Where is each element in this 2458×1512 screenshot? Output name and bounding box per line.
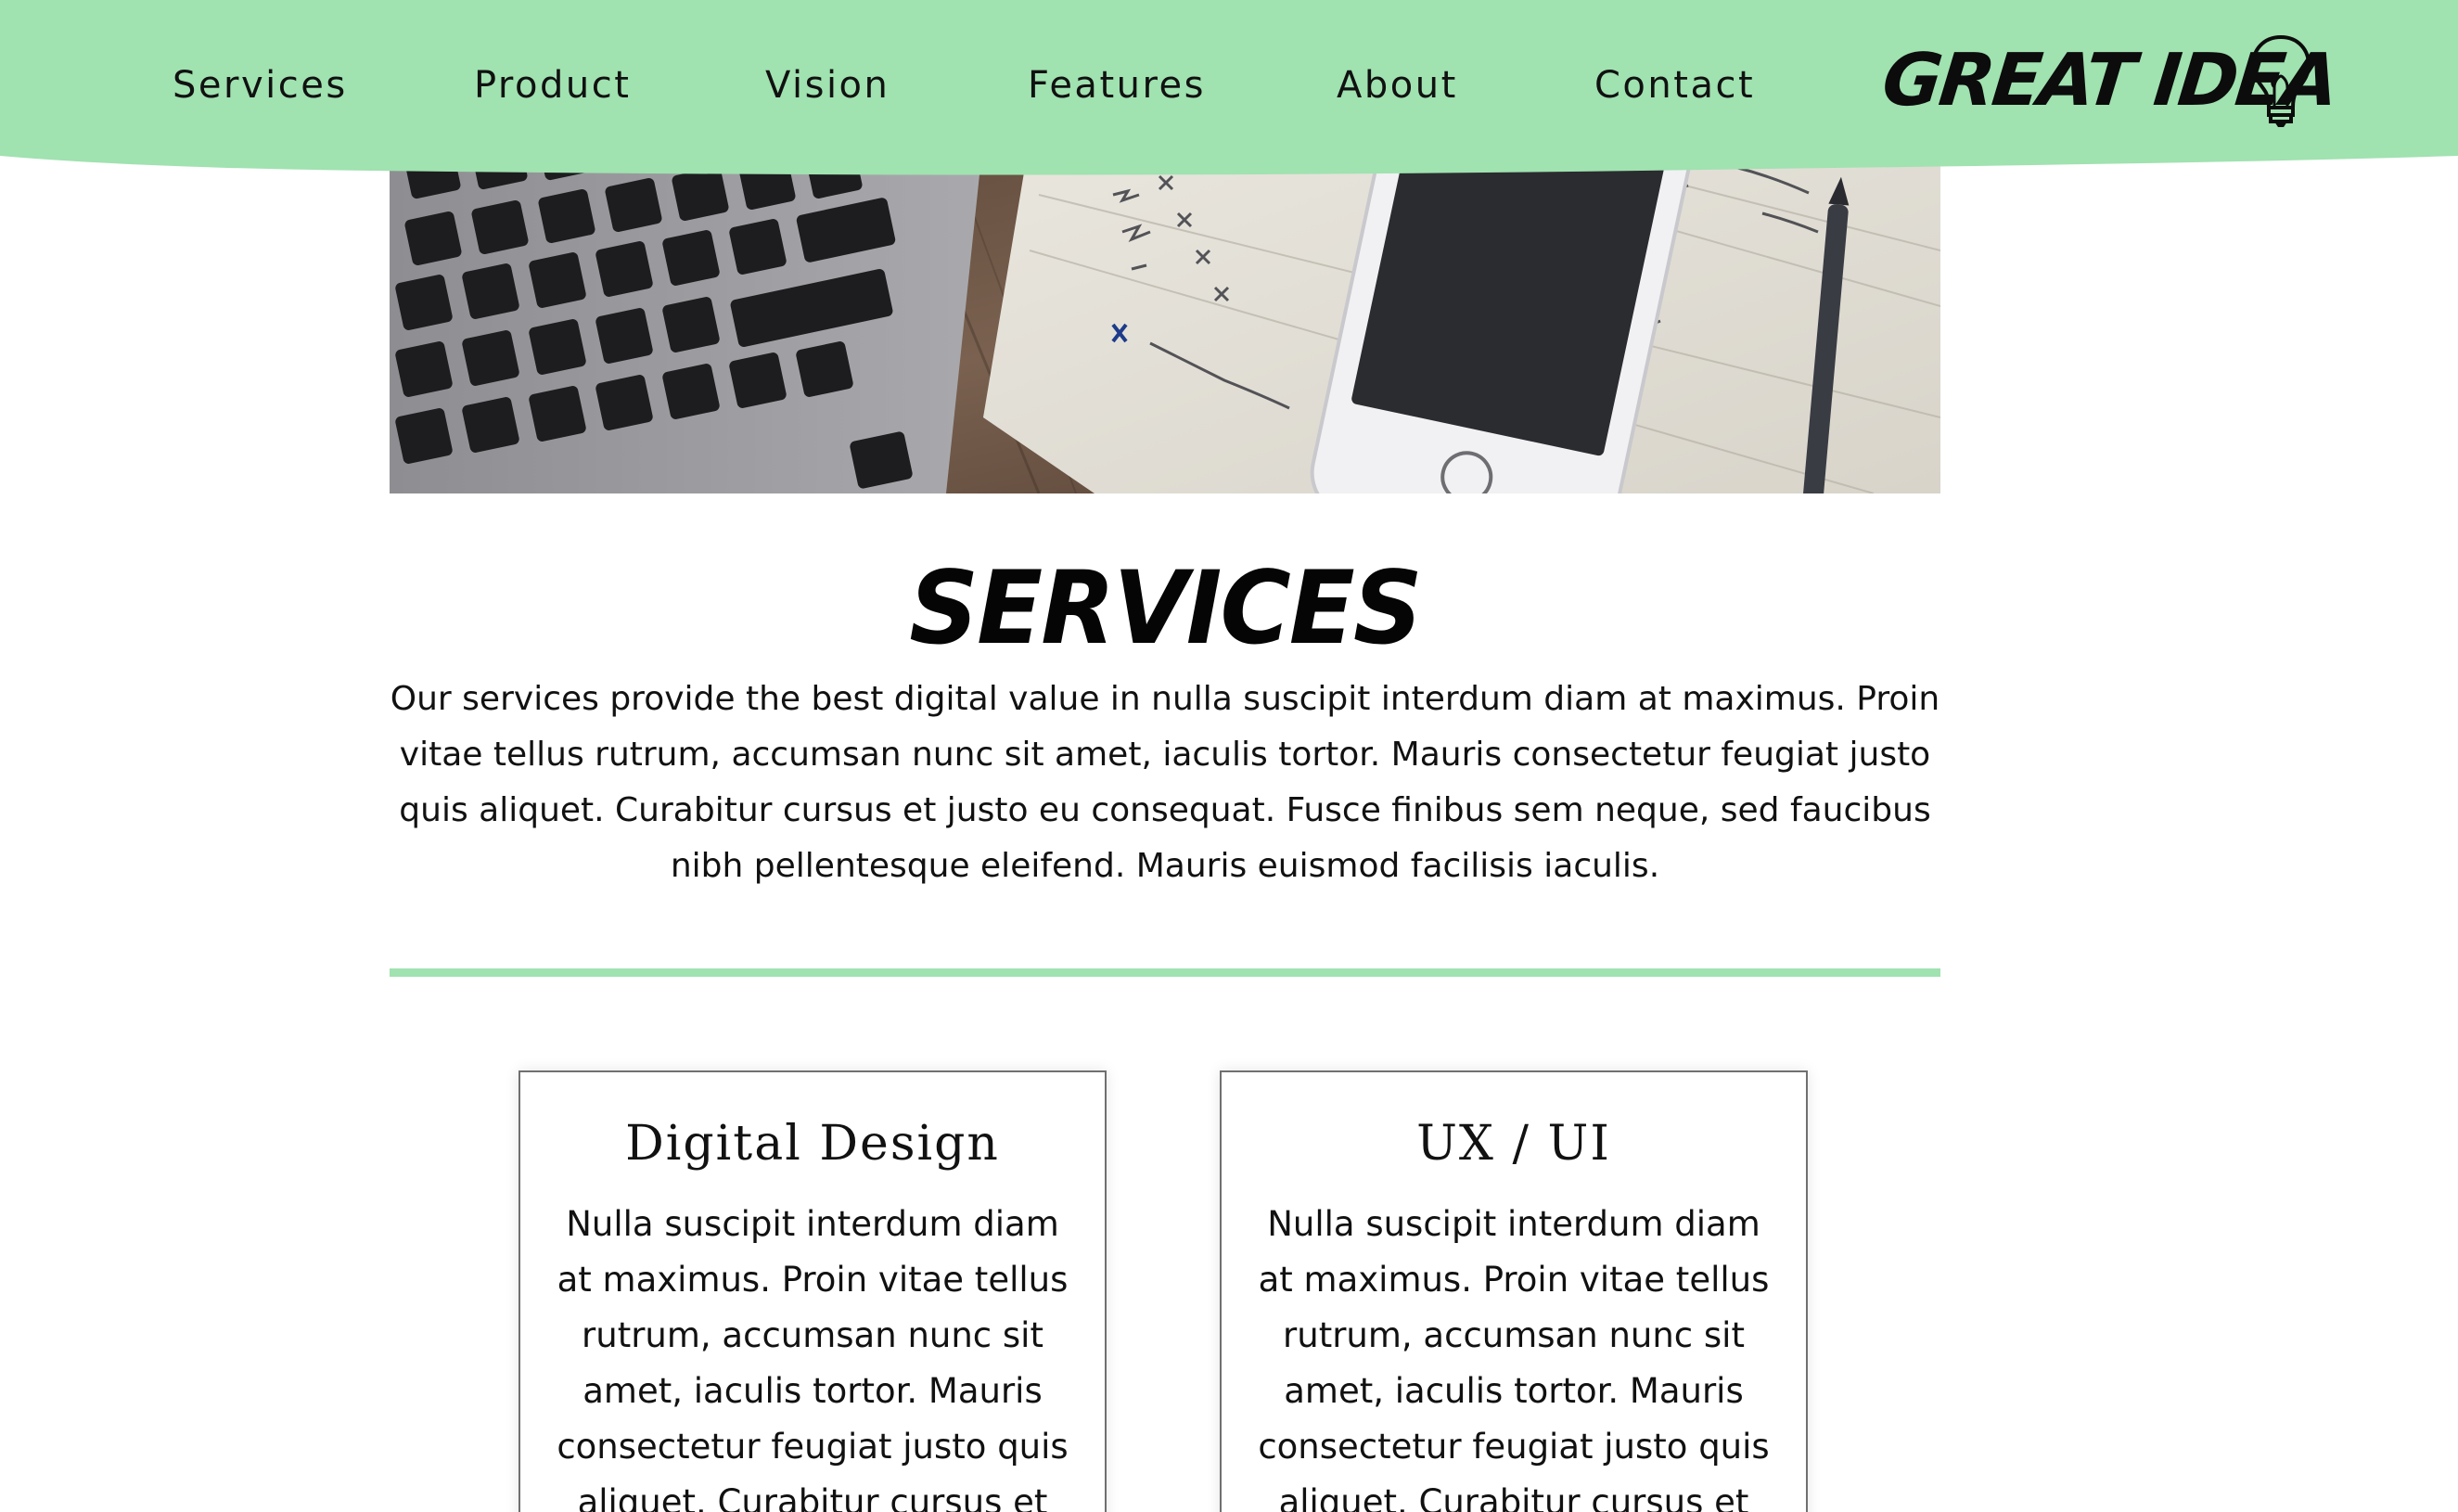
nav-vision[interactable]: Vision	[765, 48, 890, 122]
lightbulb-icon	[2250, 34, 2311, 127]
nav-services[interactable]: Services	[173, 48, 348, 122]
service-card-ux-ui: UX / UI Nulla suscipit interdum diam at …	[1220, 1070, 1808, 1512]
services-title: SERVICES	[909, 547, 1422, 668]
card-text: Nulla suscipit interdum diam at maximus.…	[1258, 1204, 1770, 1512]
hero-photo-illustration	[390, 139, 1940, 493]
nav-about[interactable]: About	[1337, 48, 1458, 122]
card-title: UX / UI	[1416, 1116, 1611, 1172]
section-divider	[390, 968, 1940, 977]
logo[interactable]: GREAT IDEA	[1878, 28, 2340, 130]
site-header: Services Product Vision Features About C…	[0, 0, 2458, 178]
main-nav: Services Product Vision Features About C…	[0, 48, 1818, 122]
services-intro: Our services provide the best digital va…	[390, 680, 1940, 885]
page: Services Product Vision Features About C…	[0, 0, 2458, 1512]
card-title: Digital Design	[625, 1116, 1000, 1172]
nav-features[interactable]: Features	[1028, 48, 1206, 122]
card-text: Nulla suscipit interdum diam at maximus.…	[557, 1204, 1069, 1512]
hero-image	[390, 139, 1940, 493]
service-card-digital-design: Digital Design Nulla suscipit interdum d…	[518, 1070, 1107, 1512]
nav-product[interactable]: Product	[474, 48, 631, 122]
nav-contact[interactable]: Contact	[1594, 48, 1755, 122]
